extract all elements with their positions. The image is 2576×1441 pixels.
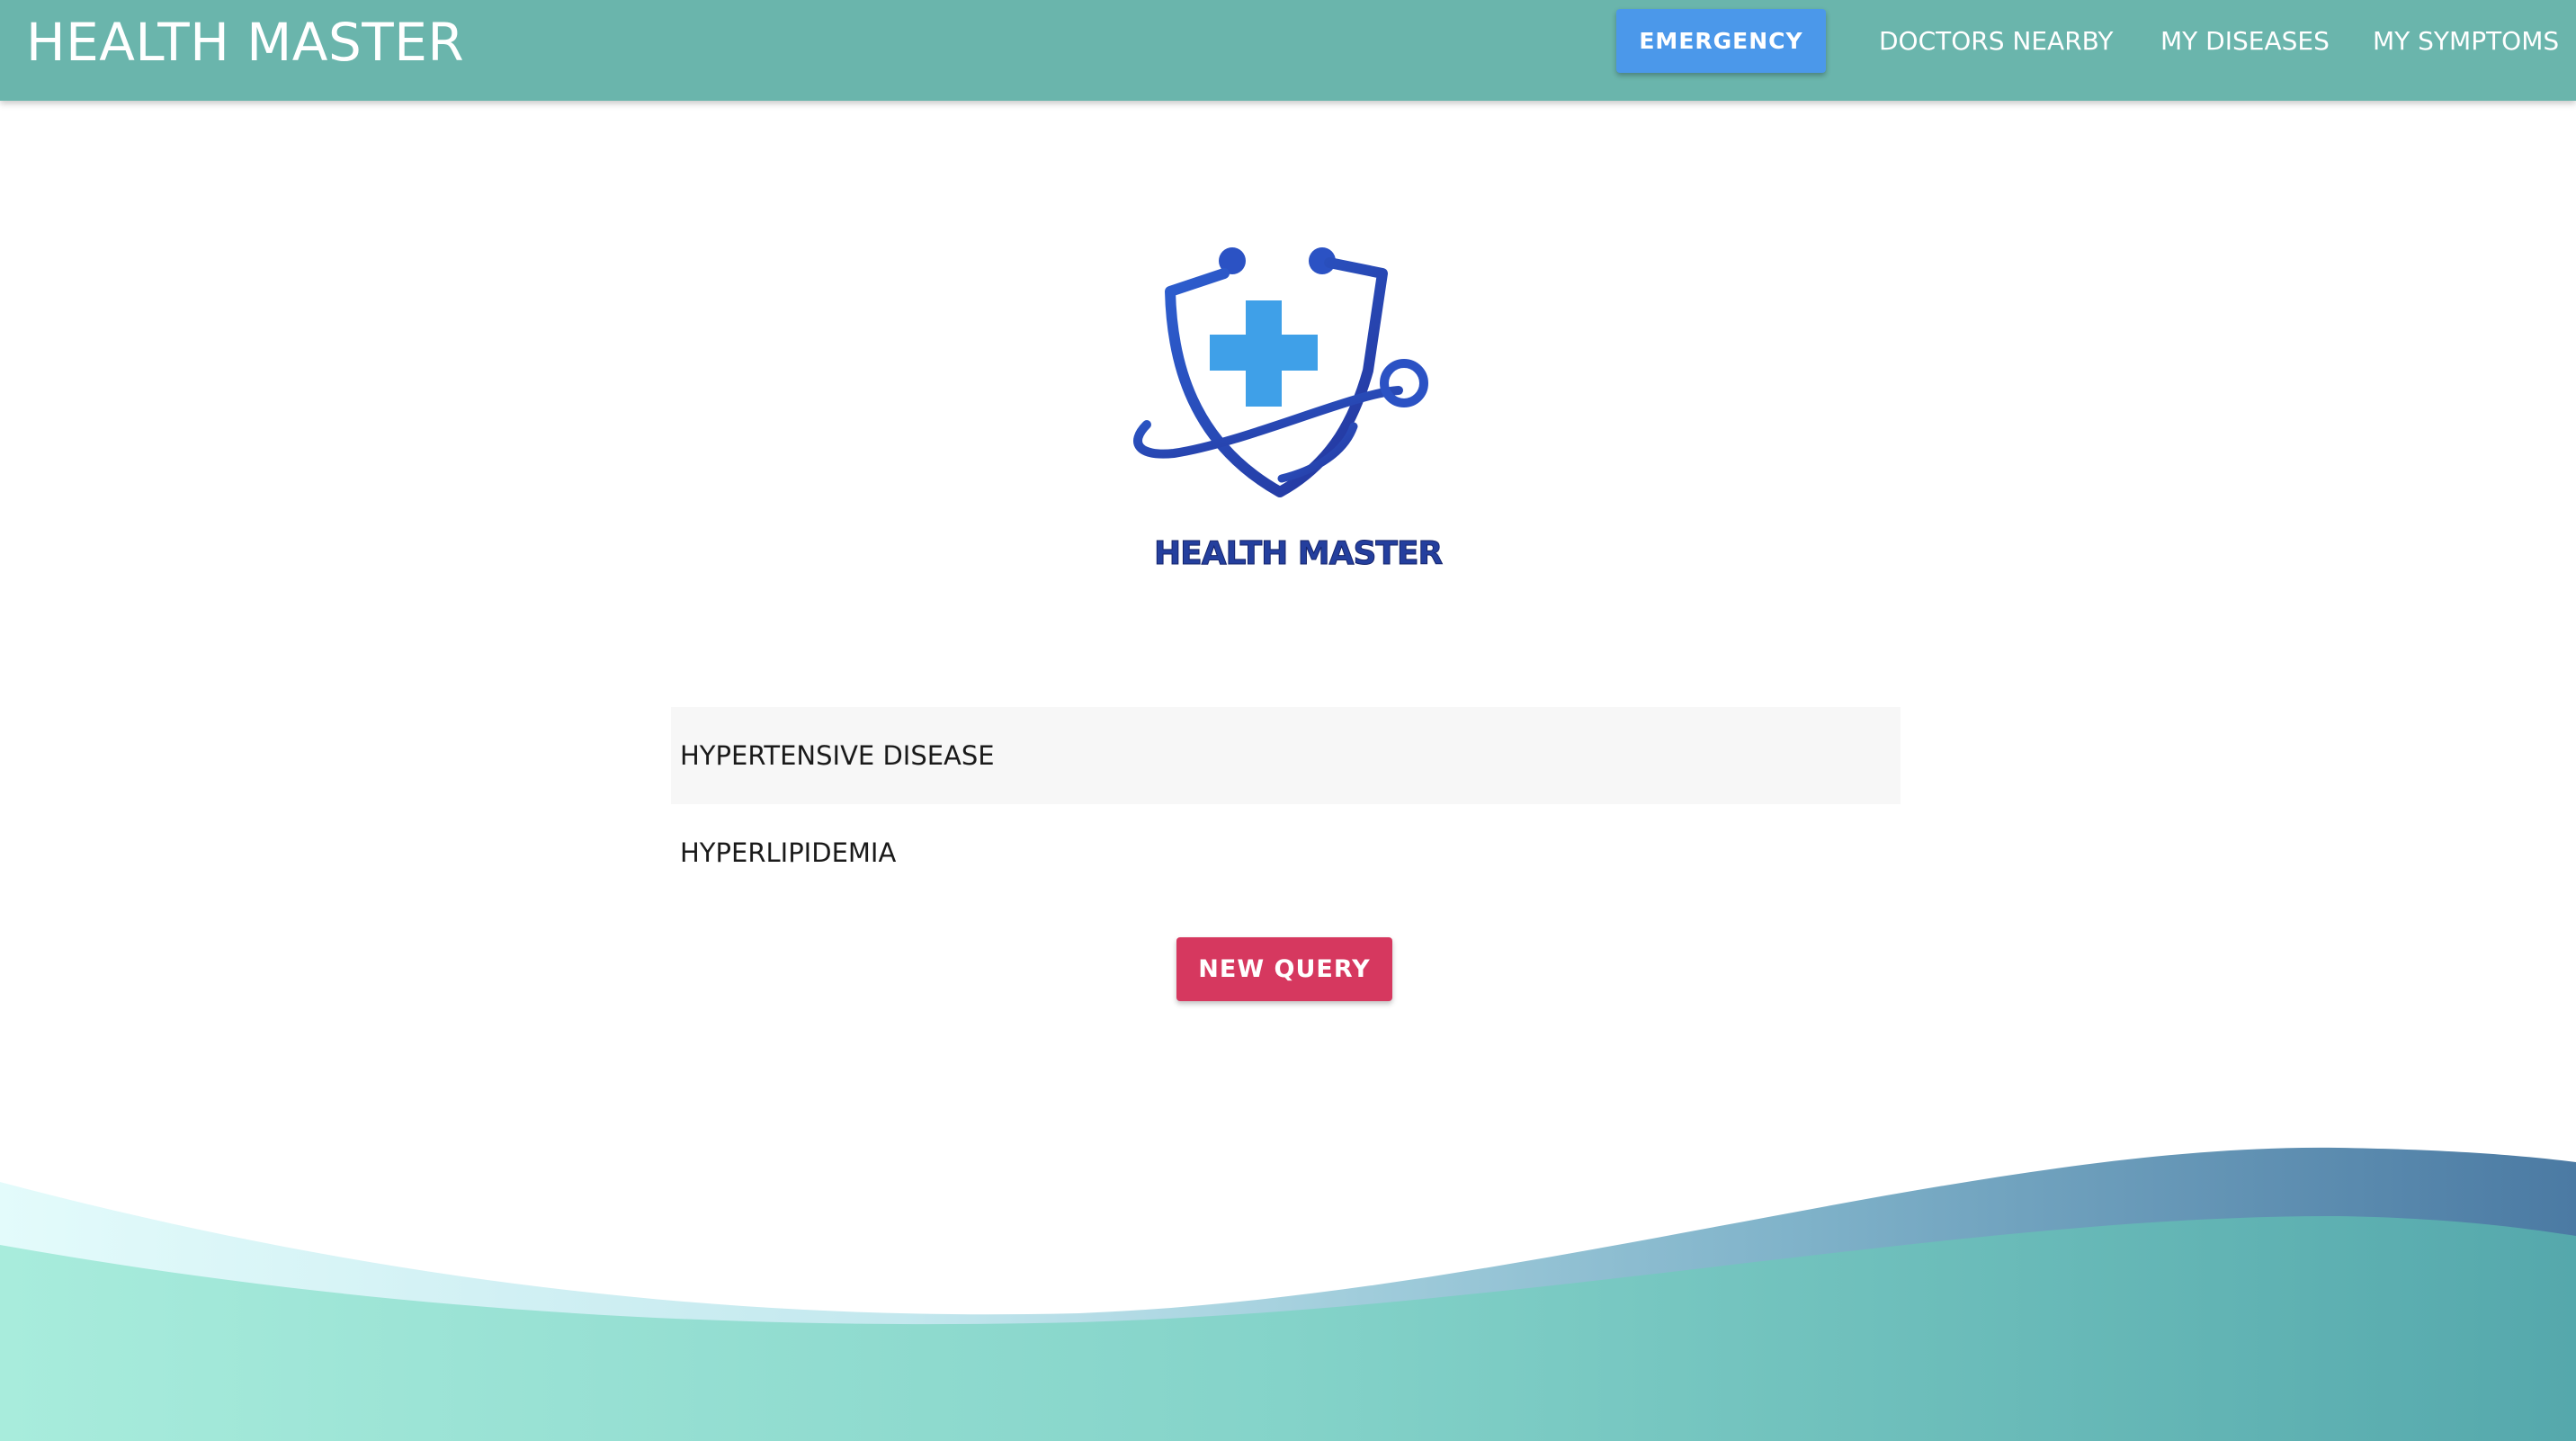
brand-title[interactable]: HEALTH MASTER <box>26 9 464 76</box>
nav-doctors-nearby[interactable]: DOCTORS NEARBY <box>1879 23 2113 59</box>
nav-my-symptoms[interactable]: MY SYMPTOMS <box>2373 23 2559 59</box>
top-navbar: HEALTH MASTER EMERGENCY DOCTORS NEARBY M… <box>0 0 2576 101</box>
disease-list: HYPERTENSIVE DISEASE HYPERLIPIDEMIA <box>671 707 1901 901</box>
disease-label: HYPERTENSIVE DISEASE <box>680 740 995 771</box>
page: HEALTH MASTER EMERGENCY DOCTORS NEARBY M… <box>0 0 2576 1441</box>
emergency-button[interactable]: EMERGENCY <box>1616 9 1826 73</box>
logo-wordmark: HEALTH MASTER <box>1154 535 1444 573</box>
nav-my-diseases[interactable]: MY DISEASES <box>2160 23 2330 59</box>
shield-stethoscope-cross-icon <box>1133 247 1428 497</box>
list-item[interactable]: HYPERTENSIVE DISEASE <box>671 707 1901 804</box>
disease-label: HYPERLIPIDEMIA <box>680 837 897 868</box>
footer-wave <box>0 1147 2576 1441</box>
list-item[interactable]: HYPERLIPIDEMIA <box>671 804 1901 901</box>
new-query-button[interactable]: NEW QUERY <box>1176 937 1392 1001</box>
